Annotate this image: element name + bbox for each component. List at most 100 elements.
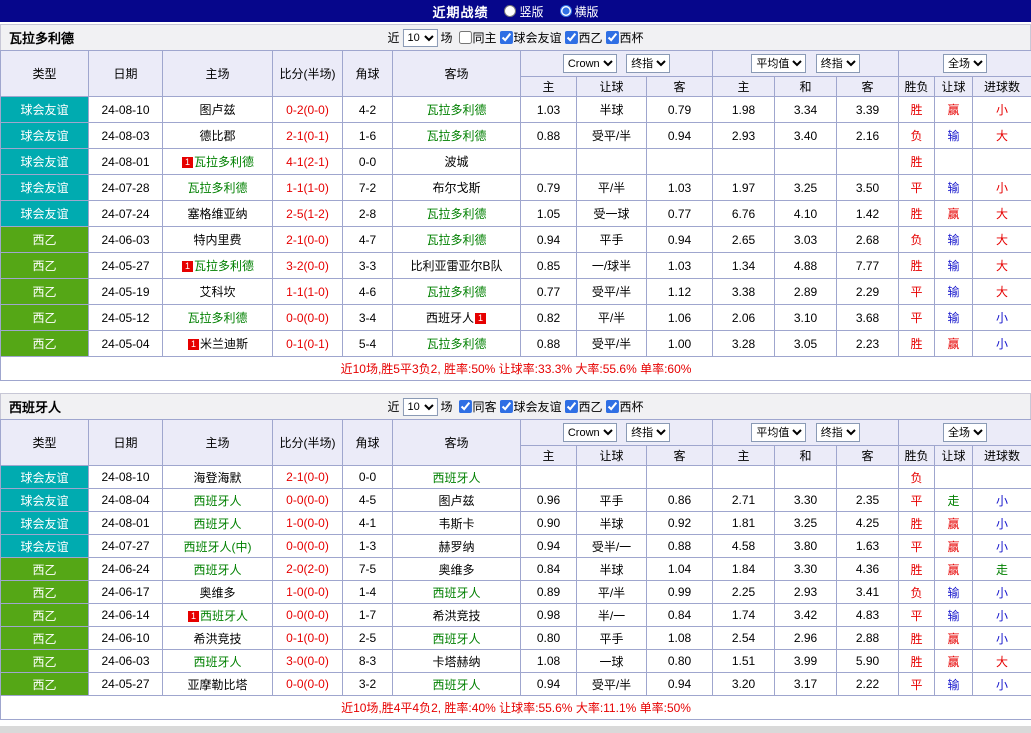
match-count-select[interactable]: 10 bbox=[402, 28, 438, 47]
team-name-link[interactable]: 奥维多 bbox=[438, 563, 474, 577]
team-name-link[interactable]: 西班牙人 bbox=[432, 678, 480, 692]
match-score[interactable]: 0-0(0-0) bbox=[272, 534, 343, 558]
match-type[interactable]: 西乙 bbox=[0, 557, 89, 581]
match-type[interactable]: 西乙 bbox=[0, 626, 89, 650]
match-score[interactable]: 0-1(0-0) bbox=[272, 626, 343, 650]
team-name-link[interactable]: 西班牙人 bbox=[193, 563, 241, 577]
team-name-link[interactable]: 图卢兹 bbox=[438, 494, 474, 508]
match-score[interactable]: 3-2(0-0) bbox=[272, 252, 343, 279]
match-score[interactable]: 0-0(0-0) bbox=[272, 304, 343, 331]
horizontal-layout-radio[interactable] bbox=[559, 5, 572, 17]
team-name-link[interactable]: 瓦拉多利德 bbox=[426, 207, 486, 221]
team-name-link[interactable]: 西班牙人 bbox=[432, 632, 480, 646]
team-name-link[interactable]: 西班牙人 bbox=[200, 609, 248, 623]
team-name-link[interactable]: 卡塔赫纳 bbox=[432, 655, 480, 669]
team-name-link[interactable]: 希洪竞技 bbox=[432, 609, 480, 623]
fulltime-select[interactable]: 全场 bbox=[943, 54, 988, 73]
checkbox-input[interactable] bbox=[605, 399, 619, 413]
match-score[interactable]: 4-1(2-1) bbox=[272, 148, 343, 175]
average-select[interactable]: 平均值 bbox=[751, 423, 807, 442]
europe-stage-select[interactable]: 终指 bbox=[815, 423, 860, 442]
team-name-link[interactable]: 希洪竞技 bbox=[193, 632, 241, 646]
match-score[interactable]: 2-0(2-0) bbox=[272, 557, 343, 581]
match-score[interactable]: 3-0(0-0) bbox=[272, 649, 343, 673]
team-name-link[interactable]: 瓦拉多利德 bbox=[187, 181, 247, 195]
match-type[interactable]: 西乙 bbox=[0, 672, 89, 696]
match-type[interactable]: 西乙 bbox=[0, 304, 89, 331]
team-name-link[interactable]: 西班牙人 bbox=[193, 655, 241, 669]
match-score[interactable]: 1-1(1-0) bbox=[272, 278, 343, 305]
match-type[interactable]: 球会友谊 bbox=[0, 96, 89, 123]
layout-option-horizontal[interactable]: 横版 bbox=[559, 3, 599, 20]
team-name-link[interactable]: 西班牙人(中) bbox=[184, 540, 252, 554]
filter-checkbox-西乙[interactable]: 西乙 bbox=[564, 29, 603, 46]
bookmaker-select[interactable]: Crown bbox=[562, 54, 617, 73]
match-score[interactable]: 2-5(1-2) bbox=[272, 200, 343, 227]
team-name-link[interactable]: 米兰迪斯 bbox=[200, 337, 248, 351]
team-name-link[interactable]: 西班牙人 bbox=[432, 471, 480, 485]
bookmaker-select[interactable]: Crown bbox=[562, 423, 617, 442]
match-score[interactable]: 0-0(0-0) bbox=[272, 603, 343, 627]
match-score[interactable]: 1-1(1-0) bbox=[272, 174, 343, 201]
match-type[interactable]: 球会友谊 bbox=[0, 200, 89, 227]
fulltime-select[interactable]: 全场 bbox=[943, 423, 988, 442]
team-name-link[interactable]: 波城 bbox=[444, 155, 468, 169]
match-type[interactable]: 西乙 bbox=[0, 226, 89, 253]
asia-stage-select[interactable]: 终指 bbox=[626, 54, 671, 73]
team-name-link[interactable]: 瓦拉多利德 bbox=[426, 337, 486, 351]
team-name-link[interactable]: 图卢兹 bbox=[199, 103, 235, 117]
match-type[interactable]: 球会友谊 bbox=[0, 148, 89, 175]
checkbox-input[interactable] bbox=[499, 30, 513, 44]
match-score[interactable]: 0-1(0-1) bbox=[272, 330, 343, 357]
team-name-link[interactable]: 海登海默 bbox=[193, 471, 241, 485]
match-type[interactable]: 球会友谊 bbox=[0, 122, 89, 149]
team-name-link[interactable]: 瓦拉多利德 bbox=[194, 259, 254, 273]
match-type[interactable]: 西乙 bbox=[0, 278, 89, 305]
match-score[interactable]: 0-0(0-0) bbox=[272, 672, 343, 696]
team-name-link[interactable]: 西班牙人 bbox=[193, 494, 241, 508]
checkbox-input[interactable] bbox=[458, 30, 472, 44]
team-name-link[interactable]: 亚摩勒比塔 bbox=[187, 678, 247, 692]
checkbox-input[interactable] bbox=[564, 30, 578, 44]
match-type[interactable]: 球会友谊 bbox=[0, 511, 89, 535]
match-count-select[interactable]: 10 bbox=[402, 397, 438, 416]
match-score[interactable]: 0-2(0-0) bbox=[272, 96, 343, 123]
match-type[interactable]: 球会友谊 bbox=[0, 488, 89, 512]
team-name-link[interactable]: 韦斯卡 bbox=[438, 517, 474, 531]
match-type[interactable]: 球会友谊 bbox=[0, 534, 89, 558]
team-name-link[interactable]: 瓦拉多利德 bbox=[426, 103, 486, 117]
average-select[interactable]: 平均值 bbox=[751, 54, 807, 73]
match-type[interactable]: 球会友谊 bbox=[0, 174, 89, 201]
team-name-link[interactable]: 特内里费 bbox=[193, 233, 241, 247]
match-score[interactable]: 2-1(0-1) bbox=[272, 122, 343, 149]
match-type[interactable]: 西乙 bbox=[0, 580, 89, 604]
team-name-link[interactable]: 西班牙人 bbox=[193, 517, 241, 531]
team-name-link[interactable]: 比利亚雷亚尔B队 bbox=[410, 259, 502, 273]
team-name-link[interactable]: 奥维多 bbox=[199, 586, 235, 600]
filter-checkbox-西乙[interactable]: 西乙 bbox=[564, 398, 603, 415]
match-score[interactable]: 1-0(0-0) bbox=[272, 580, 343, 604]
match-score[interactable]: 2-1(0-0) bbox=[272, 226, 343, 253]
team-name-link[interactable]: 布尔戈斯 bbox=[432, 181, 480, 195]
filter-checkbox-西杯[interactable]: 西杯 bbox=[605, 398, 644, 415]
team-name-link[interactable]: 瓦拉多利德 bbox=[426, 233, 486, 247]
checkbox-input[interactable] bbox=[499, 399, 513, 413]
filter-checkbox-西杯[interactable]: 西杯 bbox=[605, 29, 644, 46]
team-name-link[interactable]: 瓦拉多利德 bbox=[426, 129, 486, 143]
team-name-link[interactable]: 德比郡 bbox=[199, 129, 235, 143]
filter-checkbox-球会友谊[interactable]: 球会友谊 bbox=[499, 29, 562, 46]
team-name-link[interactable]: 塞格维亚纳 bbox=[187, 207, 247, 221]
team-name-link[interactable]: 西班牙人 bbox=[426, 311, 474, 325]
checkbox-input[interactable] bbox=[458, 399, 472, 413]
match-type[interactable]: 西乙 bbox=[0, 252, 89, 279]
checkbox-input[interactable] bbox=[605, 30, 619, 44]
filter-checkbox-同客[interactable]: 同客 bbox=[458, 398, 497, 415]
team-name-link[interactable]: 瓦拉多利德 bbox=[426, 285, 486, 299]
match-type[interactable]: 西乙 bbox=[0, 649, 89, 673]
team-name-link[interactable]: 西班牙人 bbox=[432, 586, 480, 600]
vertical-layout-radio[interactable] bbox=[504, 5, 517, 17]
europe-stage-select[interactable]: 终指 bbox=[815, 54, 860, 73]
team-name-link[interactable]: 赫罗纳 bbox=[438, 540, 474, 554]
layout-option-vertical[interactable]: 竖版 bbox=[504, 3, 544, 20]
asia-stage-select[interactable]: 终指 bbox=[626, 423, 671, 442]
